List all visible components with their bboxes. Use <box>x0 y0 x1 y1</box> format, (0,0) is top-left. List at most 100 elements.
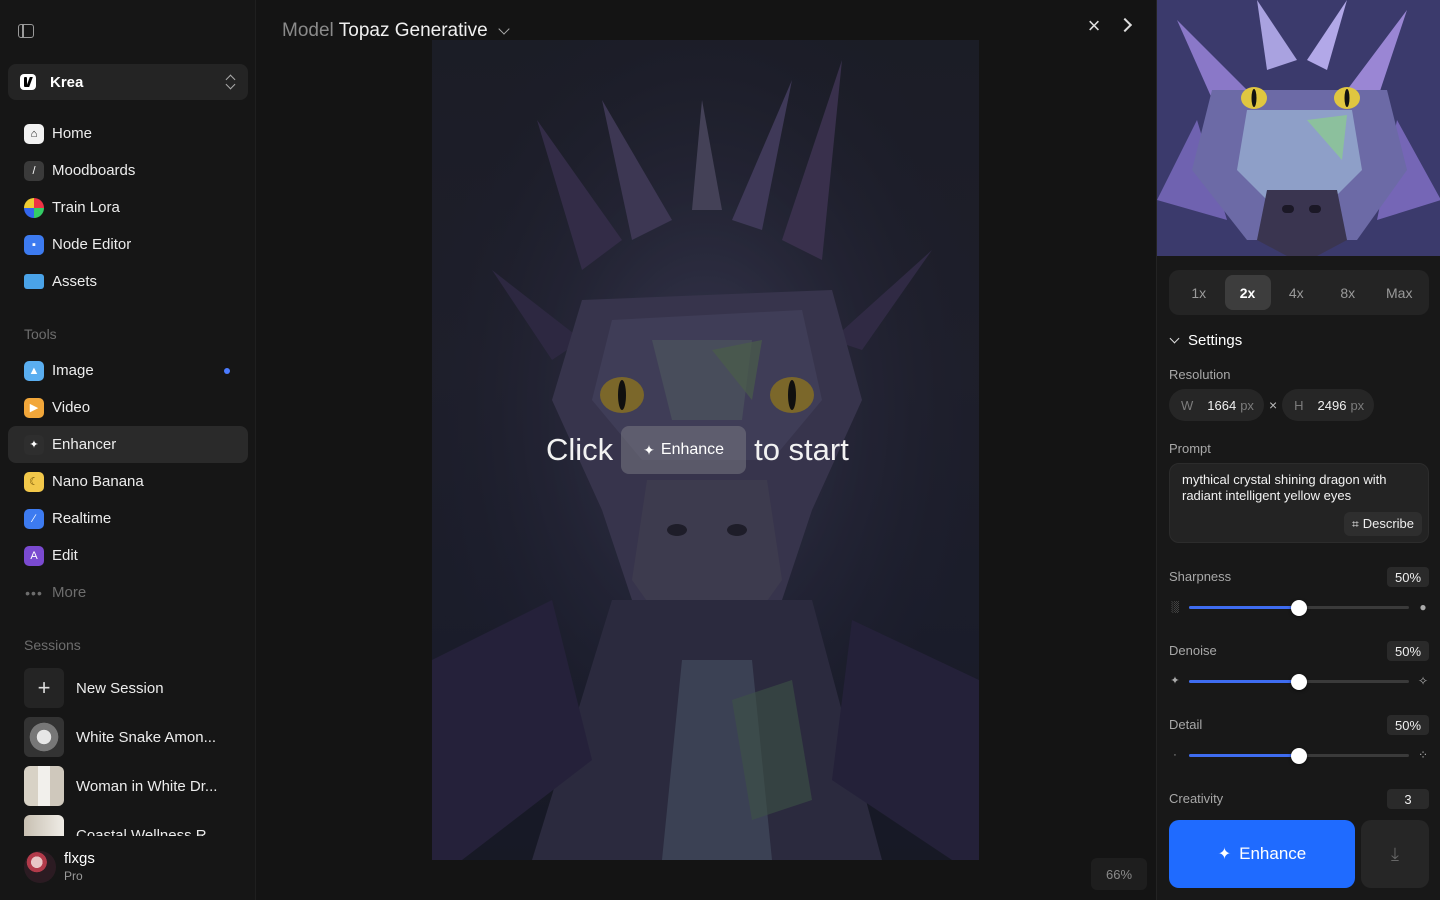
nav-label: Enhancer <box>52 436 117 453</box>
chevron-updown-icon <box>226 74 236 90</box>
workspace-switcher[interactable]: Krea <box>8 64 248 100</box>
nav-label: Train Lora <box>52 199 120 216</box>
main-nav: ⌂ Home / Moodboards Train Lora ▪ Node Ed… <box>8 115 248 300</box>
nav-item-node-editor[interactable]: ▪ Node Editor <box>8 226 248 263</box>
scale-option-max[interactable]: Max <box>1374 275 1426 310</box>
denoise-slider[interactable]: ✦ ✧ <box>1169 671 1429 691</box>
session-thumbnail <box>24 815 64 836</box>
sidebar-toggle-icon[interactable] <box>18 24 34 38</box>
height-key: H <box>1294 397 1304 413</box>
nav-label: Nano Banana <box>52 473 144 490</box>
session-label: Woman in White Dr... <box>76 777 218 795</box>
model-selector[interactable]: Model Topaz Generative <box>282 20 510 42</box>
prompt-textarea[interactable]: mythical crystal shining dragon with rad… <box>1169 463 1429 543</box>
chevron-down-icon <box>1169 333 1180 344</box>
describe-button[interactable]: ⌗ Describe <box>1343 512 1422 536</box>
slider-handle[interactable] <box>1291 600 1307 616</box>
slider-fill <box>1189 606 1299 609</box>
new-session-button[interactable]: + New Session <box>24 668 248 708</box>
enhance-button-label: Enhance <box>1239 844 1307 863</box>
creativity-label: Creativity <box>1169 791 1224 806</box>
sharpness-high-icon: ● <box>1419 600 1427 614</box>
sharpness-slider[interactable]: ░ ● <box>1169 597 1429 617</box>
user-plan: Pro <box>64 869 83 883</box>
close-icon[interactable]: × <box>1084 15 1104 37</box>
edit-icon: A <box>24 545 44 566</box>
sparkle-icon: ✦ <box>1217 846 1232 863</box>
scale-option-1x[interactable]: 1x <box>1173 275 1225 310</box>
nav-item-edit[interactable]: A Edit <box>8 537 248 574</box>
nav-item-image[interactable]: ▲ Image <box>8 352 248 389</box>
sessions-section-label: Sessions <box>24 637 81 653</box>
height-field[interactable]: H 2496 px <box>1282 389 1375 421</box>
session-item[interactable]: Woman in White Dr... <box>24 766 248 806</box>
denoise-label: Denoise <box>1169 643 1217 658</box>
detail-low-icon: · <box>1173 749 1177 761</box>
denoise-high-icon: ✧ <box>1417 674 1429 688</box>
nav-item-video[interactable]: ▶ Video <box>8 389 248 426</box>
detail-high-icon: ⁘ <box>1417 748 1429 762</box>
session-item[interactable]: White Snake Amon... <box>24 717 248 757</box>
slider-track[interactable] <box>1189 748 1409 764</box>
height-unit: px <box>1350 397 1365 413</box>
slider-track[interactable] <box>1189 674 1409 690</box>
sharpness-value[interactable]: 50% <box>1387 567 1429 587</box>
nav-label: Realtime <box>52 510 112 527</box>
nav-item-realtime[interactable]: ∕ Realtime <box>8 500 248 537</box>
enhance-inline-button[interactable]: ✦ Enhance <box>621 426 747 474</box>
slider-handle[interactable] <box>1291 674 1307 690</box>
session-label: New Session <box>76 679 164 697</box>
detail-value[interactable]: 50% <box>1387 715 1429 735</box>
describe-icon: ⌗ <box>1351 517 1359 531</box>
zoom-level[interactable]: 66% <box>1091 858 1147 890</box>
banana-icon: ☾ <box>24 471 44 492</box>
nav-item-enhancer[interactable]: ✦ Enhancer <box>8 426 248 463</box>
plus-icon: + <box>24 668 64 708</box>
slider-track[interactable] <box>1189 600 1409 616</box>
resolution-inputs: W 1664 px × H 2496 px <box>1169 389 1375 421</box>
nav-item-assets[interactable]: Assets <box>8 263 248 300</box>
nav-item-more[interactable]: ••• More <box>8 574 248 611</box>
session-item[interactable]: Coastal Wellness R... <box>24 815 248 836</box>
describe-label: Describe <box>1362 516 1414 531</box>
width-field[interactable]: W 1664 px <box>1169 389 1264 421</box>
nav-item-nano-banana[interactable]: ☾ Nano Banana <box>8 463 248 500</box>
user-profile[interactable]: flxgs Pro <box>24 850 95 883</box>
prompt-label: Prompt <box>1169 441 1211 456</box>
settings-panel: 1x 2x 4x 8x Max Settings Resolution W 16… <box>1156 0 1440 900</box>
download-button[interactable]: ⤓ <box>1361 820 1429 888</box>
nav-label: Home <box>52 125 93 142</box>
height-value: 2496 <box>1317 397 1347 413</box>
chevron-right-icon[interactable] <box>1117 17 1133 33</box>
enhance-call-to-action: Click ✦ Enhance to start <box>546 426 849 474</box>
slider-handle[interactable] <box>1291 748 1307 764</box>
nav-label: Node Editor <box>52 236 132 253</box>
settings-toggle[interactable]: Settings <box>1169 332 1243 349</box>
nav-item-train-lora[interactable]: Train Lora <box>8 189 248 226</box>
scale-option-8x[interactable]: 8x <box>1322 275 1374 310</box>
sharpness-label: Sharpness <box>1169 569 1232 584</box>
settings-title: Settings <box>1188 332 1243 349</box>
creativity-value[interactable]: 3 <box>1387 789 1429 809</box>
times-icon: × <box>1268 397 1278 413</box>
nav-item-home[interactable]: ⌂ Home <box>8 115 248 152</box>
moodboard-icon: / <box>24 160 44 181</box>
slider-fill <box>1189 680 1299 683</box>
nav-label: Moodboards <box>52 162 136 179</box>
image-icon: ▲ <box>24 360 44 381</box>
sessions-list: + New Session White Snake Amon... Woman … <box>24 668 248 836</box>
scale-option-4x[interactable]: 4x <box>1271 275 1323 310</box>
width-value: 1664 <box>1207 397 1237 413</box>
download-icon: ⤓ <box>1391 843 1399 864</box>
detail-slider[interactable]: · ⁘ <box>1169 745 1429 765</box>
enhance-button[interactable]: ✦ Enhance <box>1169 820 1355 888</box>
scale-option-2x[interactable]: 2x <box>1224 275 1271 310</box>
cta-text-after: to start <box>754 432 849 467</box>
nav-label: Assets <box>52 273 98 290</box>
prompt-text: mythical crystal shining dragon with rad… <box>1182 472 1387 503</box>
nav-item-moodboards[interactable]: / Moodboards <box>8 152 248 189</box>
denoise-value[interactable]: 50% <box>1387 641 1429 661</box>
resolution-label: Resolution <box>1169 367 1231 382</box>
video-icon: ▶ <box>24 397 44 418</box>
sharpness-low-icon: ░ <box>1171 601 1179 613</box>
